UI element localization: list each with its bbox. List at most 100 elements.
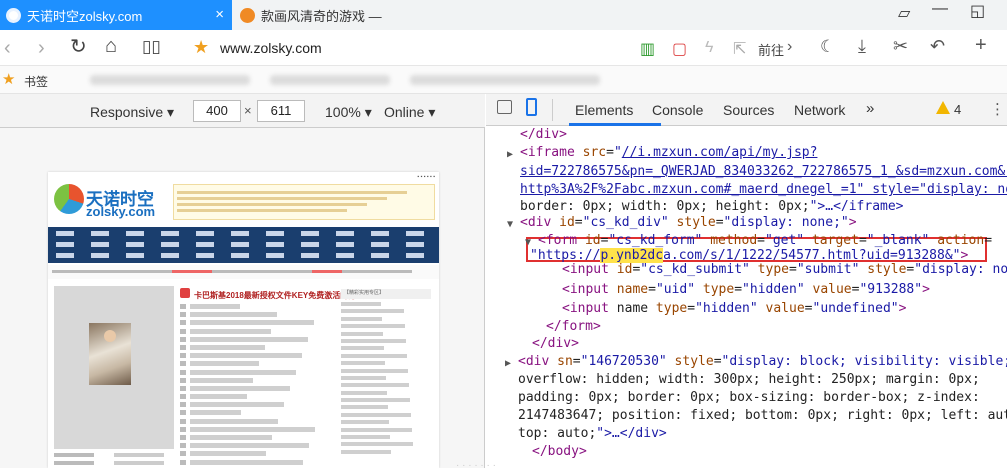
- dom-line[interactable]: <div id="cs_kd_div" style="display: none…: [507, 215, 857, 232]
- site-right-line[interactable]: [341, 420, 433, 425]
- site-nav-item[interactable]: [161, 242, 179, 247]
- site-right-line[interactable]: [341, 353, 433, 358]
- site-right-line[interactable]: [341, 361, 433, 366]
- site-logo-icon[interactable]: [54, 184, 84, 214]
- tablet-mode-icon[interactable]: ▱: [898, 3, 910, 23]
- go-chevron-icon[interactable]: ›: [787, 38, 792, 56]
- dom-line[interactable]: overflow: hidden; width: 300px; height: …: [518, 372, 980, 389]
- dom-line[interactable]: http%3A%2F%2Fabc.mzxun.com#_maerd_dnegel…: [520, 182, 1007, 199]
- site-nav-item[interactable]: [196, 253, 214, 258]
- site-nav-item[interactable]: [91, 231, 109, 236]
- bookmark-item-blurred[interactable]: [90, 75, 250, 85]
- site-bottom-list[interactable]: [54, 453, 174, 468]
- site-nav-item[interactable]: [266, 231, 284, 236]
- site-article-list[interactable]: [180, 304, 335, 468]
- site-nav-item[interactable]: [336, 253, 354, 258]
- site-nav-item[interactable]: [91, 253, 109, 258]
- site-right-line[interactable]: [341, 442, 433, 447]
- site-article-line[interactable]: [180, 304, 335, 309]
- expand-triangle-icon[interactable]: ▼: [507, 217, 519, 234]
- site-nav-item[interactable]: [371, 231, 389, 236]
- site-right-list[interactable]: [341, 302, 433, 457]
- site-right-line[interactable]: [341, 435, 433, 440]
- site-article-line[interactable]: [180, 361, 335, 367]
- site-article-line[interactable]: [180, 312, 335, 318]
- back-icon[interactable]: ‹: [4, 37, 11, 59]
- site-right-line[interactable]: [341, 383, 433, 388]
- collapse-triangle-icon[interactable]: ▶: [505, 356, 517, 373]
- site-nav-item[interactable]: [301, 231, 319, 236]
- site-nav-item[interactable]: [56, 231, 74, 236]
- warning-icon[interactable]: [936, 101, 950, 114]
- site-right-line[interactable]: [341, 427, 433, 432]
- forward-icon[interactable]: ›: [38, 37, 45, 59]
- site-article-line[interactable]: [180, 320, 335, 326]
- site-article-line[interactable]: [180, 443, 335, 449]
- site-right-line[interactable]: [341, 316, 433, 321]
- close-tab-icon[interactable]: ×: [215, 6, 224, 23]
- dom-line[interactable]: top: auto;">…</div>: [518, 426, 667, 443]
- site-nav-item[interactable]: [336, 231, 354, 236]
- dom-line[interactable]: <input id="cs_kd_submit" type="submit" s…: [562, 262, 1007, 279]
- bookmark-item-blurred[interactable]: [410, 75, 600, 85]
- site-nav-item[interactable]: [231, 253, 249, 258]
- site-nav-item[interactable]: [406, 253, 424, 258]
- site-right-line[interactable]: [341, 405, 433, 410]
- favorite-star-icon[interactable]: ★: [193, 37, 209, 58]
- site-right-line[interactable]: [341, 390, 433, 395]
- responsive-select[interactable]: Responsive ▾: [90, 104, 174, 121]
- site-nav-item[interactable]: [126, 242, 144, 247]
- site-article-line[interactable]: [180, 402, 335, 408]
- bookmarks-label[interactable]: 书签: [24, 73, 48, 90]
- site-article-line[interactable]: [180, 418, 335, 424]
- site-article-line[interactable]: [180, 353, 335, 359]
- site-bottom-line[interactable]: [54, 461, 174, 465]
- site-nav-item[interactable]: [266, 253, 284, 258]
- site-article-line[interactable]: [180, 336, 335, 342]
- viewport-width-input[interactable]: 400: [193, 100, 241, 122]
- website-preview[interactable]: ▪ ▪ ▪ ▪ ▪ ▪ 天诺时空 zolsky.com 卡巴斯基2018最新授权…: [48, 172, 439, 468]
- site-nav-item[interactable]: [336, 242, 354, 247]
- browser-tab-active[interactable]: 天诺时空zolsky.com ×: [0, 0, 232, 30]
- zoom-select[interactable]: 100% ▾: [325, 104, 372, 121]
- dom-line[interactable]: <iframe src="//i.mzxun.com/api/my.jsp? ▶: [507, 145, 817, 162]
- dom-line[interactable]: <input name type="hidden" value="undefin…: [562, 301, 906, 318]
- site-nav-item[interactable]: [91, 242, 109, 247]
- site-right-line[interactable]: [341, 324, 433, 329]
- collapse-triangle-icon[interactable]: ▶: [507, 147, 519, 164]
- site-bottom-line[interactable]: [54, 453, 174, 457]
- site-right-line[interactable]: [341, 309, 433, 314]
- collection-icon[interactable]: ▢: [672, 39, 687, 59]
- tab-sources[interactable]: Sources: [723, 102, 774, 118]
- site-article-line[interactable]: [180, 451, 335, 457]
- site-right-line[interactable]: [341, 398, 433, 403]
- share-icon[interactable]: ⇱: [733, 39, 746, 59]
- home-icon[interactable]: ⌂: [105, 35, 117, 57]
- restore-icon[interactable]: ◱: [970, 1, 985, 21]
- site-article-line[interactable]: [180, 385, 335, 391]
- site-headline[interactable]: 卡巴斯基2018最新授权文件KEY免费激活的方法: [194, 290, 364, 301]
- site-nav-item[interactable]: [406, 231, 424, 236]
- devtools-menu-icon[interactable]: ⋮: [990, 100, 1005, 118]
- reload-icon[interactable]: ↻: [70, 36, 87, 58]
- site-article-line[interactable]: [180, 426, 335, 432]
- dom-line[interactable]: border: 0px; width: 0px; height: 0px;">……: [520, 199, 904, 216]
- network-throttle-select[interactable]: Online ▾: [384, 104, 435, 121]
- dom-line[interactable]: </body>: [532, 444, 587, 461]
- dom-line[interactable]: 2147483647; position: fixed; bottom: 0px…: [518, 408, 1007, 425]
- site-nav-item[interactable]: [406, 242, 424, 247]
- site-article-line[interactable]: [180, 369, 335, 375]
- dom-line[interactable]: </div>: [520, 127, 567, 144]
- tab-network[interactable]: Network: [794, 102, 845, 118]
- screenshot-scissors-icon[interactable]: ✂: [893, 36, 908, 57]
- site-nav-item[interactable]: [301, 242, 319, 247]
- url-field[interactable]: www.zolsky.com: [220, 40, 322, 56]
- download-icon[interactable]: ⤓: [858, 36, 866, 57]
- site-nav-item[interactable]: [371, 253, 389, 258]
- browser-tab[interactable]: 款画风清奇的游戏 —: [232, 0, 392, 30]
- site-nav-item[interactable]: [301, 253, 319, 258]
- elements-dom-tree[interactable]: </div> <iframe src="//i.mzxun.com/api/my.…: [486, 127, 1007, 468]
- site-nav-menu[interactable]: [48, 227, 439, 263]
- more-tabs-icon[interactable]: »: [866, 100, 874, 117]
- site-right-line[interactable]: [341, 338, 433, 343]
